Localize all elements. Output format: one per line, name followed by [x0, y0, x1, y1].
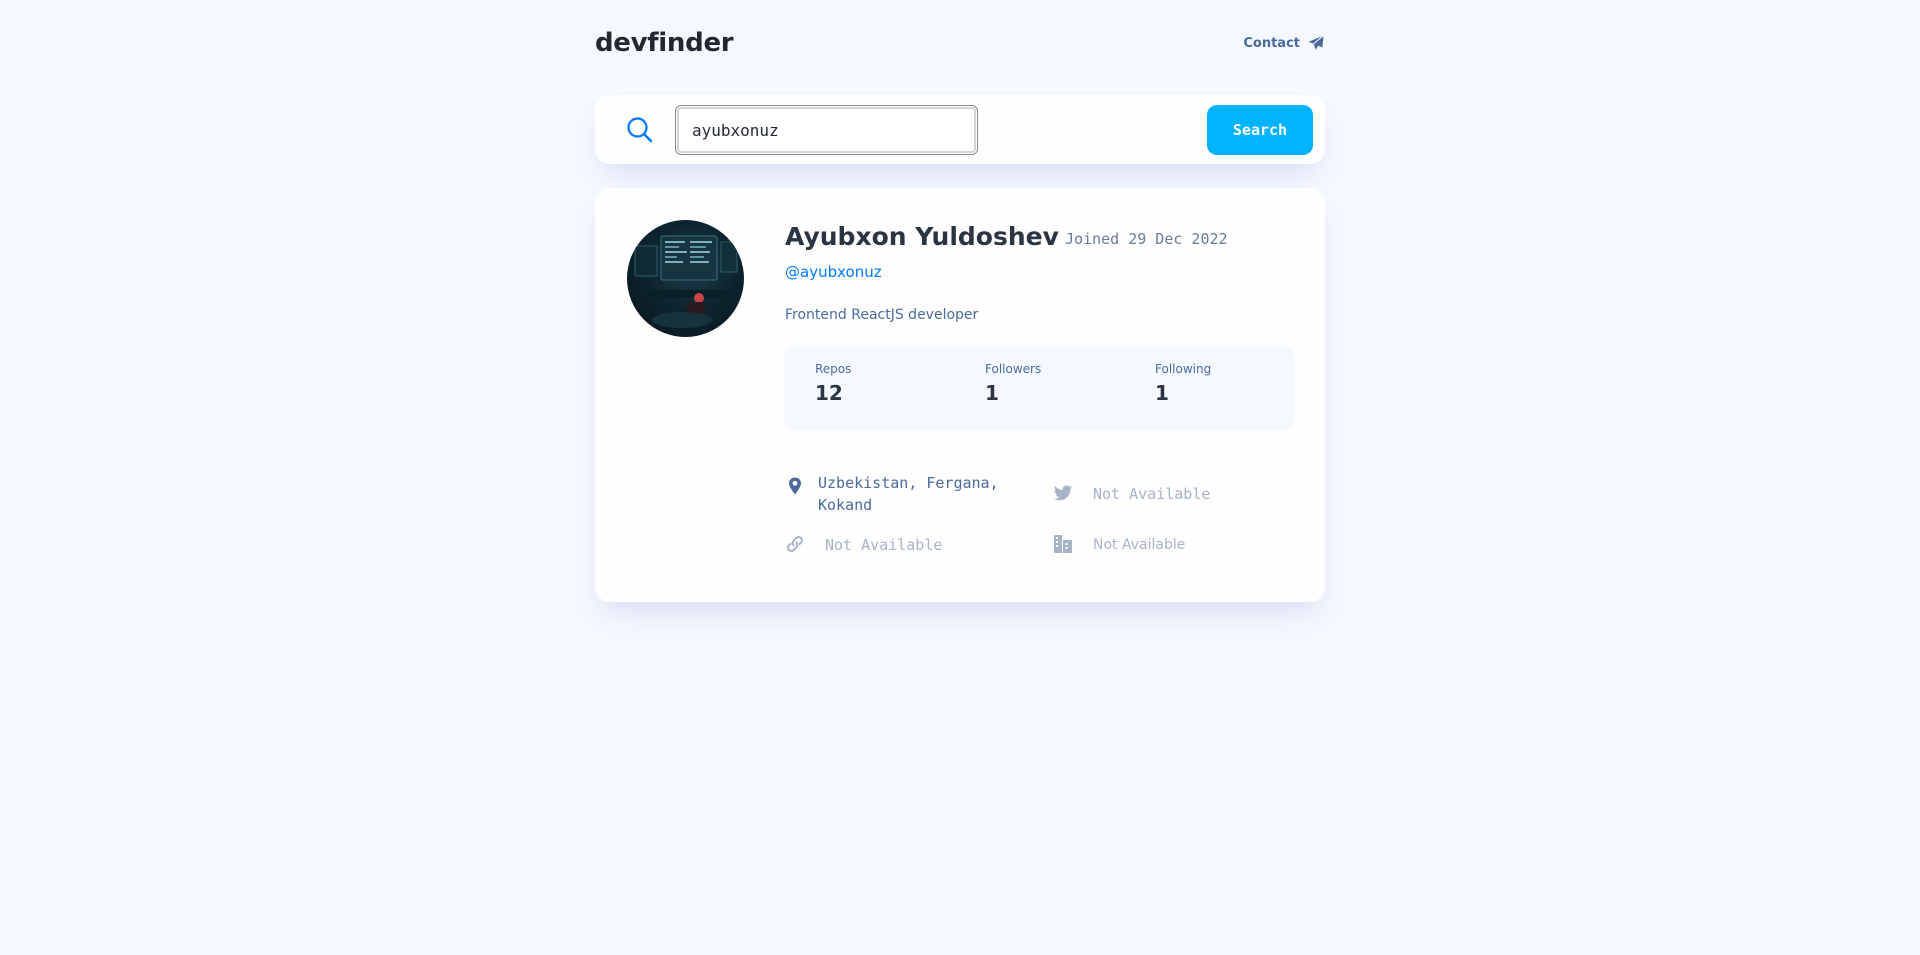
stat-following: Following 1 — [1155, 362, 1211, 405]
twitter-icon — [1053, 483, 1093, 503]
logo[interactable]: devfinder — [595, 28, 734, 58]
profile-card: Ayubxon Yuldoshev Joined 29 Dec 2022 @ay… — [595, 188, 1325, 602]
link-icon — [785, 534, 825, 554]
avatar — [627, 220, 744, 337]
header: devfinder Contact — [595, 26, 1325, 62]
paper-plane-icon — [1307, 34, 1325, 52]
blog-text[interactable]: Not Available — [825, 534, 942, 556]
building-icon — [1053, 534, 1093, 554]
stat-label: Following — [1155, 362, 1212, 376]
stat-label: Followers — [985, 362, 1042, 376]
search-bar: Search — [595, 95, 1325, 164]
stat-repos: Repos 12 — [815, 362, 851, 405]
contact-link[interactable]: Contact — [1243, 34, 1325, 52]
profile-bio: Frontend ReactJS developer — [785, 307, 979, 323]
twitter-text: Not Available — [1093, 485, 1211, 503]
stat-value: 1 — [985, 381, 999, 405]
twitter-item: Not Available — [1053, 483, 1210, 505]
blog-item[interactable]: Not Available — [785, 534, 942, 556]
contact-label: Contact — [1243, 35, 1300, 51]
stat-value: 1 — [1155, 381, 1169, 405]
location-item: Uzbekistan, Fergana, Kokand — [785, 472, 1008, 516]
stat-label: Repos — [815, 362, 852, 376]
location-text: Uzbekistan, Fergana, Kokand — [818, 474, 999, 514]
joined-date: Joined 29 Dec 2022 — [1065, 230, 1228, 248]
company-text: Not Available — [1093, 537, 1186, 553]
stat-followers: Followers 1 — [985, 362, 1041, 405]
profile-login-link[interactable]: @ayubxonuz — [785, 263, 882, 281]
company-item: Not Available — [1053, 534, 1185, 556]
search-icon — [626, 116, 653, 143]
location-pin-icon — [785, 472, 818, 496]
profile-name: Ayubxon Yuldoshev — [785, 222, 1059, 251]
search-input[interactable] — [675, 105, 978, 155]
stat-value: 12 — [815, 381, 843, 405]
stats-panel: Repos 12 Followers 1 Following 1 — [784, 345, 1294, 430]
search-button[interactable]: Search — [1207, 105, 1313, 155]
